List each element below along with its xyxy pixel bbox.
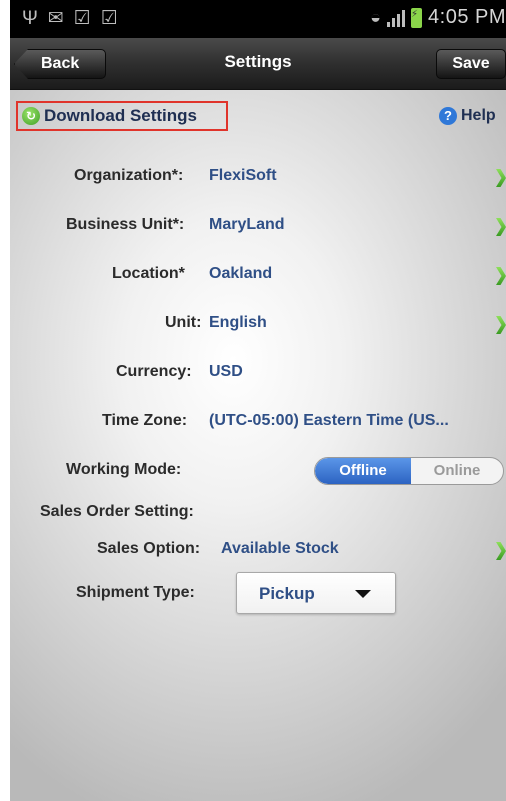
working-mode-label: Working Mode: <box>66 461 182 478</box>
help-label: Help <box>461 107 496 124</box>
save-button[interactable]: Save <box>436 49 506 79</box>
currency-value: USD <box>209 363 243 380</box>
organization-label: Organization*: <box>74 167 184 184</box>
sales-order-heading: Sales Order Setting: <box>40 503 194 520</box>
checklist-icon: ☑ <box>100 8 118 29</box>
download-icon: ↻ <box>22 107 40 125</box>
signal-icon <box>387 9 406 27</box>
chevron-right-icon[interactable] <box>496 542 506 560</box>
business-unit-value: MaryLand <box>209 216 285 233</box>
time-zone-value: (UTC-05:00) Eastern Time (US... <box>209 412 449 429</box>
unit-value: English <box>209 314 267 331</box>
unit-row[interactable]: Unit: English <box>10 314 506 344</box>
download-settings-label: Download Settings <box>44 106 197 125</box>
help-icon: ? <box>439 107 457 125</box>
shipment-type-label: Shipment Type: <box>76 584 195 601</box>
dropdown-caret-icon <box>355 590 371 598</box>
business-unit-label: Business Unit*: <box>66 216 185 233</box>
usb-icon: Ψ <box>22 8 38 29</box>
location-value: Oakland <box>209 265 273 282</box>
organization-value: FlexiSoft <box>209 167 277 184</box>
currency-label: Currency: <box>116 363 192 380</box>
currency-row: Currency: USD <box>10 363 506 393</box>
status-time: 4:05 PM <box>428 6 506 28</box>
download-settings-button[interactable]: ↻ Download Settings <box>16 101 228 131</box>
sales-option-row[interactable]: Sales Option: Available Stock <box>10 540 506 570</box>
sales-order-heading-row: Sales Order Setting: <box>10 503 506 533</box>
time-zone-row[interactable]: Time Zone: (UTC-05:00) Eastern Time (US.… <box>10 412 506 442</box>
status-bar: Ψ ✉ ☑ ☑ ◒ 4:05 PM <box>10 0 506 38</box>
business-unit-row[interactable]: Business Unit*: MaryLand <box>10 216 506 246</box>
sales-option-value: Available Stock <box>221 540 339 557</box>
time-zone-label: Time Zone: <box>102 412 188 429</box>
chevron-right-icon[interactable] <box>496 218 506 236</box>
navigation-bar: Back Settings Save <box>10 38 506 90</box>
online-option[interactable]: Online <box>411 458 503 484</box>
shipment-type-value: Pickup <box>259 584 315 603</box>
offline-option[interactable]: Offline <box>315 458 411 484</box>
battery-charging-icon <box>411 7 423 28</box>
wifi-icon: ◒ <box>370 7 382 27</box>
unit-label: Unit: <box>165 314 202 331</box>
organization-row[interactable]: Organization*: FlexiSoft <box>10 167 506 197</box>
location-row[interactable]: Location* Oakland <box>10 265 506 295</box>
shipment-type-select[interactable]: Pickup <box>236 572 396 614</box>
settings-screen: Ψ ✉ ☑ ☑ ◒ 4:05 PM Back Settings Save ↻ D… <box>10 0 506 801</box>
help-button[interactable]: ? Help <box>439 107 496 125</box>
mail-icon: ✉ <box>47 8 64 29</box>
checklist-icon: ☑ <box>73 8 91 29</box>
page-title: Settings <box>224 52 292 71</box>
sales-option-label: Sales Option: <box>97 540 201 557</box>
location-label: Location* <box>112 265 185 282</box>
working-mode-toggle[interactable]: Offline Online <box>314 457 504 485</box>
chevron-right-icon[interactable] <box>496 169 506 187</box>
chevron-right-icon[interactable] <box>496 267 506 285</box>
chevron-right-icon[interactable] <box>496 316 506 334</box>
